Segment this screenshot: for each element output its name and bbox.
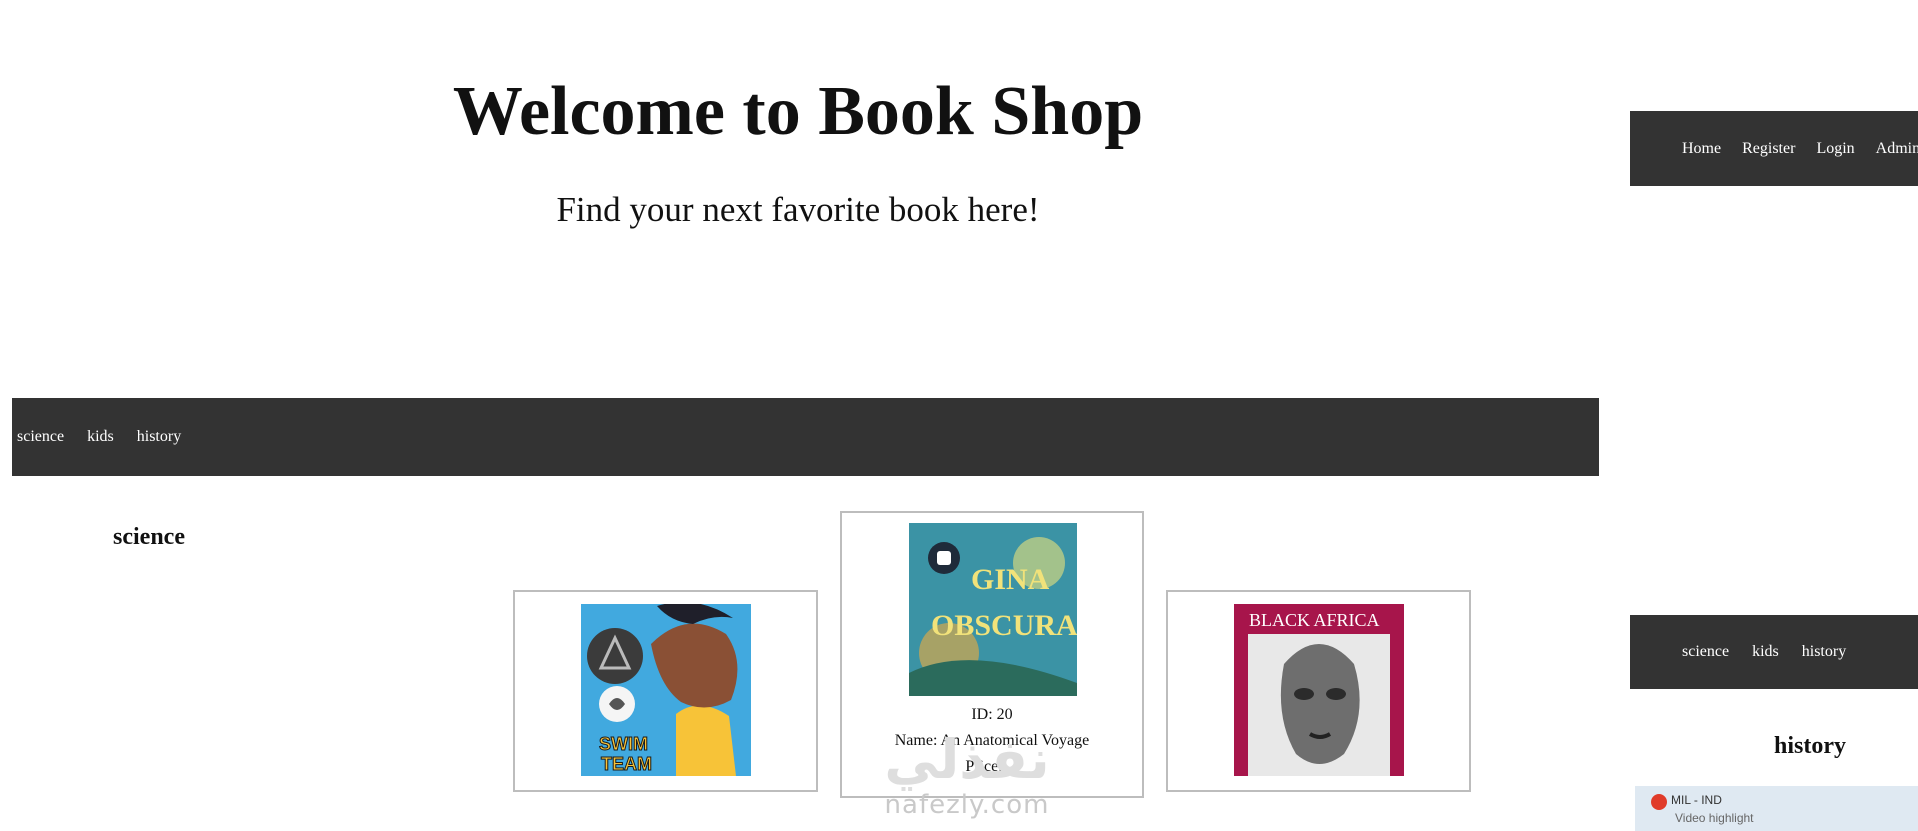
nav-admin[interactable]: Admin <box>1876 140 1918 158</box>
book-card[interactable]: SWIM TEAM <box>513 590 818 792</box>
nav-category-history[interactable]: history <box>137 428 181 446</box>
black-africa-cover-text: BLACK AFRICA <box>1249 610 1380 630</box>
right-category-navbar: science kids history <box>1630 615 1918 689</box>
book-cover-image: SWIM TEAM <box>581 604 751 776</box>
watermark: نفذلي nafezly.com <box>857 728 1077 821</box>
video-notification[interactable]: MIL - IND Video highlight <box>1635 786 1918 831</box>
nav-category-science[interactable]: science <box>17 428 64 446</box>
nav-home[interactable]: Home <box>1682 140 1721 158</box>
page-subtitle: Find your next favorite book here! <box>556 190 1040 229</box>
book-card[interactable]: BLACK AFRICA <box>1166 590 1471 792</box>
record-icon <box>1651 794 1667 810</box>
swim-team-cover-text: SWIM <box>599 734 648 754</box>
video-title: MIL - IND <box>1671 793 1722 807</box>
nav-register[interactable]: Register <box>1742 140 1795 158</box>
right-nav-category-kids[interactable]: kids <box>1752 643 1779 661</box>
video-subtitle: Video highlight <box>1675 811 1754 825</box>
book-cover-image: BLACK AFRICA <box>1234 604 1404 776</box>
watermark-arabic: نفذلي <box>884 728 1050 791</box>
category-navbar: science kids history <box>12 398 1599 476</box>
nav-login[interactable]: Login <box>1816 140 1854 158</box>
top-navbar: Home Register Login Admin <box>1630 111 1918 186</box>
nav-category-kids[interactable]: kids <box>87 428 114 446</box>
book-id: ID: 20 <box>971 706 1013 723</box>
svg-text:OBSCURA: OBSCURA <box>931 609 1077 642</box>
svg-text:GINA: GINA <box>971 563 1050 596</box>
right-section-title: history <box>1774 733 1846 759</box>
section-title: science <box>113 524 185 550</box>
book-cover-image: GINA OBSCURA <box>909 523 1077 696</box>
right-nav-category-history[interactable]: history <box>1802 643 1846 661</box>
svg-text:TEAM: TEAM <box>601 754 652 774</box>
watermark-url: nafezly.com <box>884 790 1050 820</box>
page-title: Welcome to Book Shop <box>452 73 1144 150</box>
right-nav-category-science[interactable]: science <box>1682 643 1729 661</box>
